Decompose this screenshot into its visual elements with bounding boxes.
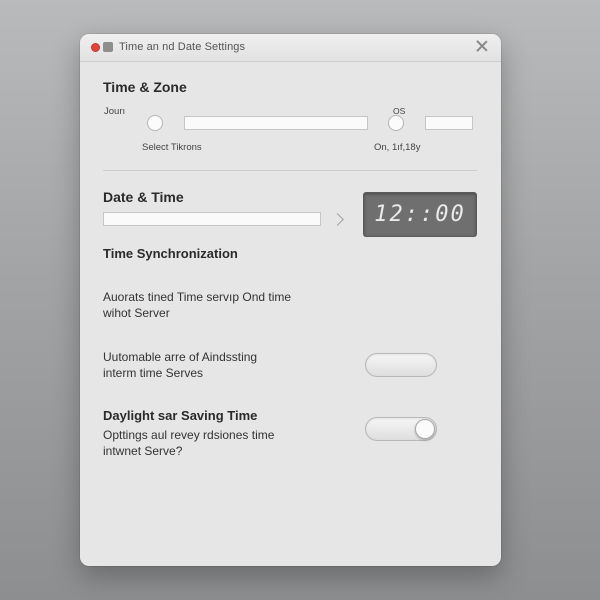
dst-line-1: Opttings aul revey rdsiones time xyxy=(103,428,275,442)
title-bar: Time an nd Date Settings xyxy=(80,34,501,62)
minimize-button[interactable] xyxy=(103,42,113,52)
time-sync-heading: Time Synchronization xyxy=(103,246,238,261)
timezone-offset-field[interactable] xyxy=(425,116,473,130)
section-divider xyxy=(103,170,477,171)
internet-time-line-1: Uutomable arre of Aindssting xyxy=(103,350,258,364)
close-dot-button[interactable] xyxy=(91,43,100,52)
settings-window: Time an nd Date Settings Time & Zone Jou… xyxy=(80,34,501,566)
date-field[interactable] xyxy=(103,212,321,226)
close-icon[interactable] xyxy=(475,39,489,53)
dst-toggle[interactable] xyxy=(365,417,437,441)
timezone-field[interactable] xyxy=(184,116,368,130)
internet-time-toggle[interactable] xyxy=(365,353,437,377)
clock-time: 12::00 xyxy=(374,202,466,227)
time-sync-description: Auorats tined Time servıp Ond time wihot… xyxy=(103,289,291,321)
time-zone-heading: Time & Zone xyxy=(103,79,187,95)
chevron-right-icon[interactable] xyxy=(331,213,344,226)
window-title: Time an nd Date Settings xyxy=(119,41,246,53)
dst-line-2: intwnet Serve? xyxy=(103,444,183,458)
time-sync-line-1: Auorats tined Time servıp Ond time xyxy=(103,290,292,304)
timezone-radio-right[interactable] xyxy=(388,115,404,131)
select-timezone-caption: Select Tikrons xyxy=(142,142,202,153)
internet-time-description: Uutomable arre of Aindssting interm time… xyxy=(103,349,257,381)
time-sync-line-2: wihot Server xyxy=(103,306,170,320)
timezone-on-caption: On, 1ıf,18y xyxy=(374,142,421,153)
dst-description: Opttings aul revey rdsiones time intwnet… xyxy=(103,427,274,459)
dst-heading: Daylight sar Saving Time xyxy=(103,408,258,423)
digital-clock-display[interactable]: 12::00 xyxy=(363,192,477,237)
timezone-radio-left[interactable] xyxy=(147,115,163,131)
internet-time-line-2: interm time Serves xyxy=(103,366,204,380)
date-time-heading: Date & Time xyxy=(103,189,184,205)
time-zone-left-label: Jourı xyxy=(104,106,126,117)
dst-toggle-knob xyxy=(415,419,435,439)
